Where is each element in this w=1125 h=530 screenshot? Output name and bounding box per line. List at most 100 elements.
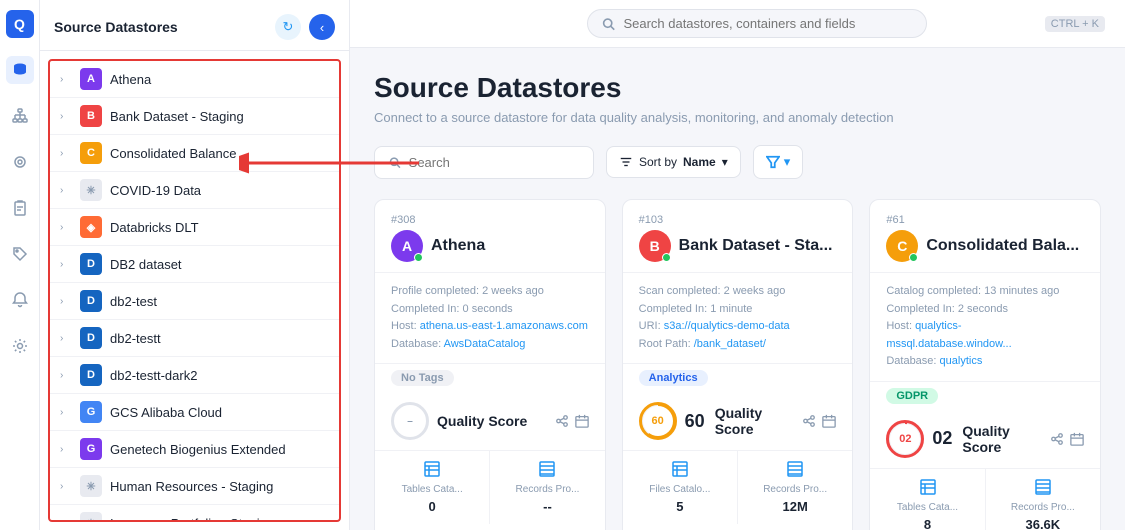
detail2-value[interactable]: qualytics (940, 355, 983, 367)
nav-tag[interactable] (6, 240, 34, 268)
sort-button[interactable]: Sort by Name ▾ (606, 146, 741, 178)
stat2-icon (539, 461, 555, 480)
detail2: Database: AwsDataCatalog (391, 336, 589, 354)
stat2-label: Records Pro... (516, 484, 580, 495)
chevron-icon: › (60, 296, 72, 307)
stat1-label: Files Catalo... (649, 484, 710, 495)
stat1-label: Tables Cata... (897, 502, 958, 513)
nav-hierarchy[interactable] (6, 102, 34, 130)
stat1-icon (672, 461, 688, 480)
sidebar-item-label: Insurance Portfolio - Staging (110, 516, 274, 523)
stat2[interactable]: Records Pro... -- (490, 451, 604, 524)
card-search-input[interactable] (409, 155, 579, 170)
chevron-icon: › (60, 111, 72, 122)
status-dot (909, 253, 918, 262)
sidebar-item-db2test[interactable]: › D db2-test (50, 283, 339, 320)
quality-icons (802, 414, 836, 428)
ds-icon-db2testt: D (80, 327, 102, 349)
sidebar-item-athena[interactable]: › A Athena (50, 61, 339, 98)
detail1-value[interactable]: s3a://qualytics-demo-data (664, 320, 790, 332)
completed-in: Completed In: 0 seconds (391, 301, 589, 319)
completed-in: Completed In: 2 seconds (886, 301, 1084, 319)
ds-icon-databricks: ◈ (80, 216, 102, 238)
stat1[interactable]: Tables Cata... 8 (870, 469, 985, 530)
stat2[interactable]: Records Pro... 12M (738, 451, 852, 524)
stat1-icon (424, 461, 440, 480)
sidebar-header: Source Datastores ↻ ‹ (40, 0, 349, 51)
card-stats: Tables Cata... 8 Records Pro... 36.6K (870, 469, 1100, 530)
card-header: #308 A Athena (375, 200, 605, 273)
keyboard-shortcut: CTRL + K (1045, 16, 1105, 32)
stat2[interactable]: Records Pro... 36.6K (986, 469, 1100, 530)
search-bar-icon (389, 156, 401, 169)
quality-circle: 02 (886, 420, 924, 458)
page-title: Source Datastores (374, 72, 1101, 104)
filter-button[interactable]: ▾ (753, 145, 804, 179)
nav-clipboard[interactable] (6, 194, 34, 222)
ds-icon-db2: D (80, 253, 102, 275)
network-icon (1050, 432, 1064, 446)
sidebar-item-label: Athena (110, 72, 151, 87)
global-search-input[interactable] (623, 16, 912, 31)
nav-scan[interactable] (6, 148, 34, 176)
detail2: Database: qualytics (886, 353, 1084, 371)
sidebar-item-label: GCS Alibaba Cloud (110, 405, 222, 420)
nav-database[interactable] (6, 56, 34, 84)
sidebar-item-db2[interactable]: › D DB2 dataset (50, 246, 339, 283)
sidebar-item-gcs[interactable]: › G GCS Alibaba Cloud (50, 394, 339, 431)
stat2-value: 12M (783, 499, 808, 514)
sidebar-item-databricks[interactable]: › ◈ Databricks DLT (50, 209, 339, 246)
detail1-value[interactable]: athena.us-east-1.amazonaws.com (420, 320, 588, 332)
detail1-value[interactable]: qualytics-mssql.database.window... (886, 320, 1011, 350)
refresh-button[interactable]: ↻ (275, 14, 301, 40)
calendar-icon (1070, 432, 1084, 446)
completed-in: Completed In: 1 minute (639, 301, 837, 319)
sidebar-item-db2testt[interactable]: › D db2-testt (50, 320, 339, 357)
stat1[interactable]: Files Catalo... 5 (623, 451, 738, 524)
filter-icon (766, 155, 780, 169)
chevron-icon: › (60, 518, 72, 523)
chevron-icon: › (60, 444, 72, 455)
detail2-value[interactable]: /bank_dataset/ (694, 338, 766, 350)
stat1-label: Tables Cata... (402, 484, 463, 495)
sidebar-item-hr[interactable]: › ✳ Human Resources - Staging (50, 468, 339, 505)
search-icon (602, 17, 615, 31)
detail1: URI: s3a://qualytics-demo-data (639, 318, 837, 336)
card-icon: A (391, 230, 423, 262)
topbar: CTRL + K (350, 0, 1125, 48)
sidebar-item-label: COVID-19 Data (110, 183, 201, 198)
card-2: #61 C Consolidated Bala... Catalog compl… (869, 199, 1101, 530)
ds-icon-db2test: D (80, 290, 102, 312)
ds-icon-bank: B (80, 105, 102, 127)
sidebar-list: › A Athena › B Bank Dataset - Staging › … (48, 59, 341, 522)
search-input-bar[interactable] (374, 146, 594, 179)
detail2-value[interactable]: AwsDataCatalog (444, 338, 526, 350)
sidebar-item-consolidated[interactable]: › C Consolidated Balance (50, 135, 339, 172)
quality-row: 60 60 Quality Score (623, 392, 853, 451)
main-content: CTRL + K Source Datastores Connect to a … (350, 0, 1125, 530)
stat1[interactable]: Tables Cata... 0 (375, 451, 490, 524)
stat2-value: 36.6K (1025, 517, 1060, 530)
nav-gear[interactable] (6, 332, 34, 360)
sidebar-item-label: Human Resources - Staging (110, 479, 273, 494)
card-name: Athena (431, 237, 485, 255)
stat1-value: 0 (429, 499, 436, 514)
quality-row: 02 02 Quality Score (870, 410, 1100, 469)
chevron-icon: › (60, 370, 72, 381)
collapse-button[interactable]: ‹ (309, 14, 335, 40)
sidebar-item-bank[interactable]: › B Bank Dataset - Staging (50, 98, 339, 135)
sidebar-item-insurance[interactable]: › ✳ Insurance Portfolio - Staging (50, 505, 339, 522)
sidebar-item-db2dark[interactable]: › D db2-testt-dark2 (50, 357, 339, 394)
card-0: #308 A Athena Profile completed: 2 weeks… (374, 199, 606, 530)
global-search-bar[interactable] (587, 9, 927, 38)
sidebar-item-label: Databricks DLT (110, 220, 199, 235)
sidebar-item-label: db2-testt-dark2 (110, 368, 197, 383)
quality-label: Quality Score (715, 405, 795, 437)
card-id: #308 (391, 214, 589, 226)
sidebar-item-gene[interactable]: › G Genetech Biogenius Extended (50, 431, 339, 468)
sidebar-item-covid[interactable]: › ✳ COVID-19 Data (50, 172, 339, 209)
quality-icons (1050, 432, 1084, 446)
card-title-row: C Consolidated Bala... (886, 230, 1084, 262)
scan-info: Profile completed: 2 weeks ago (391, 283, 589, 301)
nav-bell[interactable] (6, 286, 34, 314)
